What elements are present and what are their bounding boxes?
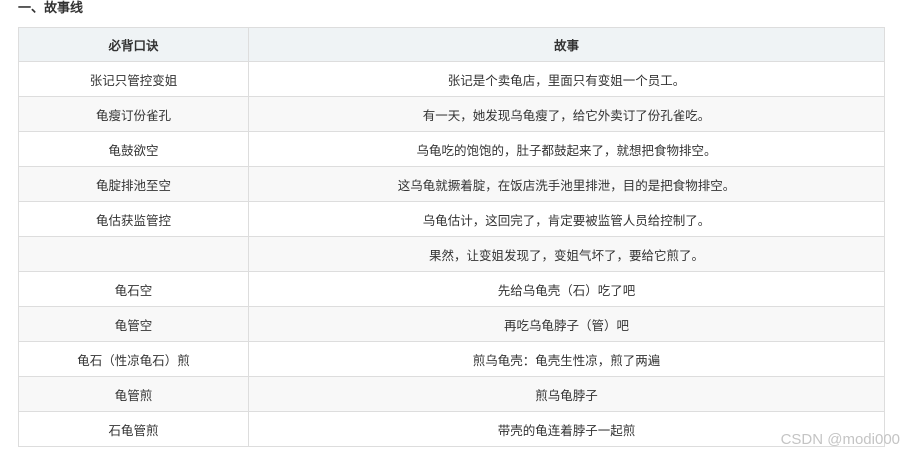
section-title: 一、故事线 [18,1,84,16]
story-cell: 这乌龟就撅着腚，在饭店洗手池里排泄，目的是把食物排空。 [248,166,885,202]
story-cell: 张记是个卖龟店，里面只有变姐一个员工。 [248,61,885,97]
story-cell: 果然，让变姐发现了，变姐气坏了，要给它煎了。 [248,236,885,272]
story-cell: 有一天，她发现乌龟瘦了，给它外卖订了份孔雀吃。 [248,96,885,132]
table-row: 龟鼓欲空 乌龟吃的饱饱的，肚子都鼓起来了，就想把食物排空。 [18,131,885,167]
mnemonic-cell: 龟管煎 [18,376,249,412]
mnemonic-cell: 龟石空 [18,271,249,307]
story-cell: 乌龟估计，这回完了，肯定要被监管人员给控制了。 [248,201,885,237]
story-cell: 再吃乌龟脖子（管）吧 [248,306,885,342]
table-row: 张记只管控变姐 张记是个卖龟店，里面只有变姐一个员工。 [18,61,885,97]
story-cell: 煎乌龟壳：龟壳生性凉，煎了两遍 [248,341,885,377]
mnemonic-cell [18,236,249,272]
mnemonic-cell: 龟管空 [18,306,249,342]
story-cell: 煎乌龟脖子 [248,376,885,412]
table-row: 龟管煎 煎乌龟脖子 [18,376,885,412]
mnemonic-cell: 龟鼓欲空 [18,131,249,167]
story-table: 必背口诀 故事 张记只管控变姐 张记是个卖龟店，里面只有变姐一个员工。 龟瘦订份… [18,27,885,447]
table-row: 龟估获监管控 乌龟估计，这回完了，肯定要被监管人员给控制了。 [18,201,885,237]
mnemonic-cell: 龟估获监管控 [18,201,249,237]
mnemonic-cell: 石龟管煎 [18,411,249,447]
mnemonic-cell: 龟腚排池至空 [18,166,249,202]
mnemonic-cell: 龟石（性凉龟石）煎 [18,341,249,377]
story-cell: 先给乌龟壳（石）吃了吧 [248,271,885,307]
story-cell: 乌龟吃的饱饱的，肚子都鼓起来了，就想把食物排空。 [248,131,885,167]
table-row: 龟管空 再吃乌龟脖子（管）吧 [18,306,885,342]
mnemonic-cell: 张记只管控变姐 [18,61,249,97]
csdn-watermark: CSDN @modi000 [780,431,900,448]
table-header-row: 必背口诀 故事 [18,27,885,62]
table-row: 龟石空 先给乌龟壳（石）吃了吧 [18,271,885,307]
column-header-mnemonic: 必背口诀 [18,27,249,62]
page: 一、故事线 必背口诀 故事 张记只管控变姐 张记是个卖龟店，里面只有变姐一个员工… [0,0,904,454]
table-row: 龟腚排池至空 这乌龟就撅着腚，在饭店洗手池里排泄，目的是把食物排空。 [18,166,885,202]
column-header-story: 故事 [248,27,885,62]
table-row: 龟瘦订份雀孔 有一天，她发现乌龟瘦了，给它外卖订了份孔雀吃。 [18,96,885,132]
table-row: 石龟管煎 带壳的龟连着脖子一起煎 [18,411,885,447]
table-row: 龟石（性凉龟石）煎 煎乌龟壳：龟壳生性凉，煎了两遍 [18,341,885,377]
table-row: 果然，让变姐发现了，变姐气坏了，要给它煎了。 [18,236,885,272]
mnemonic-cell: 龟瘦订份雀孔 [18,96,249,132]
